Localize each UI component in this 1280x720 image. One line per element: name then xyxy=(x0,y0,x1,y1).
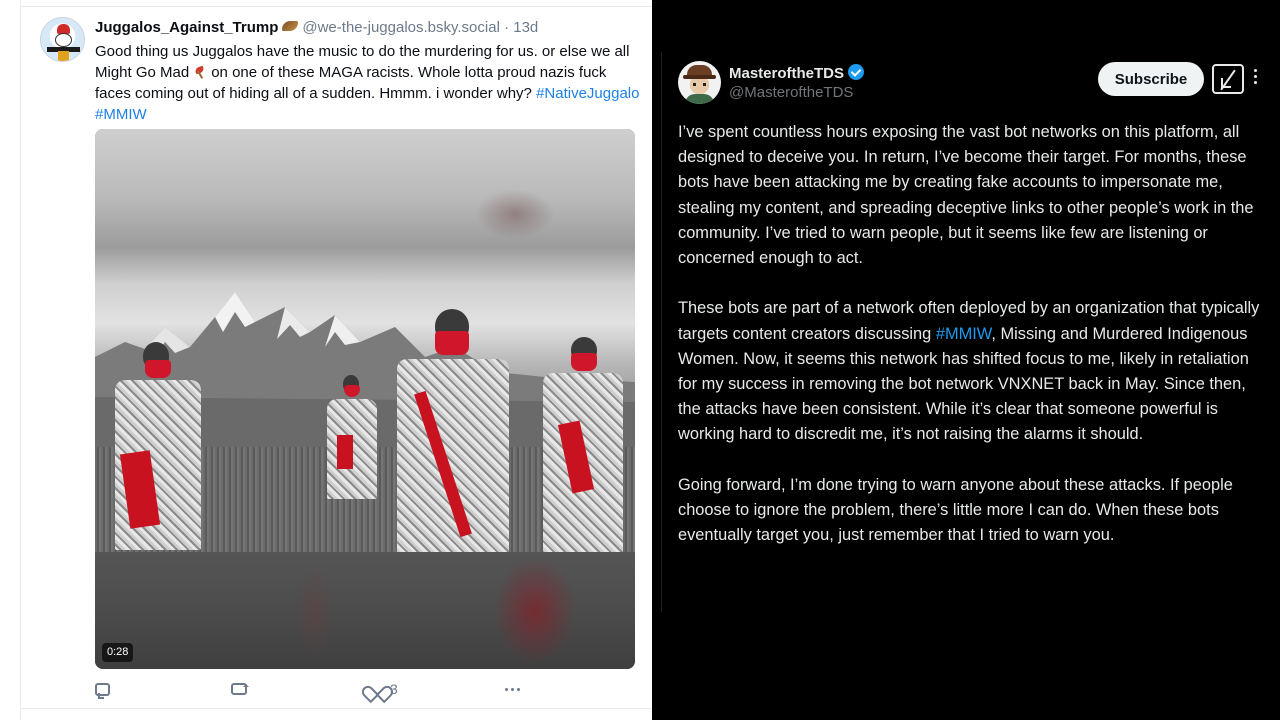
divider xyxy=(20,708,652,709)
author-handle-time[interactable]: @we-the-juggalos.bsky.social · 13d xyxy=(302,19,538,36)
video-duration: 0:28 xyxy=(102,643,134,662)
video-frame-top xyxy=(95,129,635,247)
repost-button[interactable] xyxy=(231,678,249,700)
grok-icon[interactable] xyxy=(1212,64,1244,94)
more-icon xyxy=(505,687,520,691)
bluesky-post-panel: Juggalos_Against_Trump @we-the-juggalos.b… xyxy=(0,0,652,720)
feather-icon xyxy=(282,21,299,31)
avatar[interactable] xyxy=(678,61,721,104)
post-header: Juggalos_Against_Trump @we-the-juggalos.b… xyxy=(95,18,538,38)
author-name[interactable]: MasteroftheTDS xyxy=(729,64,865,83)
verified-badge-icon xyxy=(848,64,865,80)
reply-button[interactable] xyxy=(95,678,110,700)
like-icon xyxy=(368,682,384,697)
post-text: Good thing us Juggalos have the music to… xyxy=(95,41,640,125)
author-handle[interactable]: @MasteroftheTDS xyxy=(729,84,853,102)
paragraph: I’ve spent countless hours exposing the … xyxy=(678,123,1254,268)
like-button[interactable]: 3 xyxy=(368,678,398,700)
divider xyxy=(661,52,662,612)
video-frame-bottom xyxy=(95,552,635,669)
axe-icon xyxy=(193,66,207,78)
hashtag-link[interactable]: #MMIW xyxy=(936,325,992,343)
video-frame-image xyxy=(95,247,635,552)
post-text: I’ve spent countless hours exposing the … xyxy=(678,120,1270,574)
hashtag-link[interactable]: #NativeJuggalo xyxy=(536,85,639,102)
more-icon[interactable] xyxy=(1254,69,1257,84)
divider xyxy=(20,6,652,7)
more-options-button[interactable] xyxy=(505,678,520,700)
paragraph: These bots are part of a network often d… xyxy=(678,296,1270,447)
repost-icon xyxy=(231,683,249,695)
hashtag-link[interactable]: #MMIW xyxy=(95,106,147,123)
paragraph: Going forward, I’m done trying to warn a… xyxy=(678,475,1233,545)
reply-icon xyxy=(95,682,110,699)
display-name[interactable]: MasteroftheTDS xyxy=(729,65,844,82)
divider xyxy=(20,0,21,720)
x-post-panel: MasteroftheTDS @MasteroftheTDS Subscribe… xyxy=(652,0,1280,720)
avatar[interactable] xyxy=(40,17,85,62)
author-name[interactable]: Juggalos_Against_Trump xyxy=(95,19,278,36)
subscribe-button[interactable]: Subscribe xyxy=(1098,62,1204,96)
video-player[interactable] xyxy=(95,129,635,669)
post-actions: 3 xyxy=(95,678,635,700)
